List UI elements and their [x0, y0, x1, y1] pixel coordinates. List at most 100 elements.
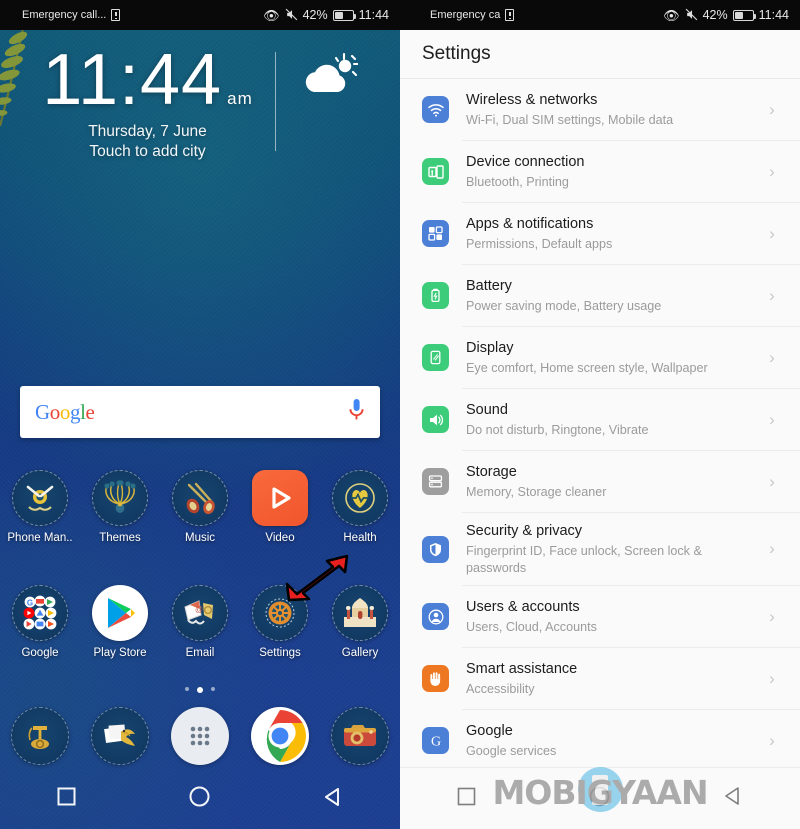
app-label: Settings — [259, 647, 301, 659]
partly-cloudy-icon — [305, 52, 359, 92]
row-subtitle: Eye comfort, Home screen style, Wallpape… — [466, 360, 708, 375]
row-subtitle: Accessibility — [466, 681, 535, 696]
recents-icon[interactable] — [457, 787, 476, 811]
navigation-bar-left — [0, 769, 400, 829]
svg-text:G: G — [430, 734, 440, 749]
app-google-folder[interactable]: G Google — [0, 585, 80, 659]
app-play-store[interactable]: Play Store — [80, 585, 160, 659]
chevron-right-icon: › — [769, 606, 775, 626]
clock-time: 11:44 — [42, 40, 223, 120]
clock-date: Thursday, 7 June — [88, 123, 207, 141]
app-row-1: Phone Man.. Themes Music Video Health — [0, 470, 400, 544]
wifi-icon — [422, 96, 449, 123]
chrome-icon — [251, 707, 309, 765]
home-icon[interactable] — [189, 786, 210, 812]
document-icon — [111, 9, 121, 21]
app-health[interactable]: Health — [320, 470, 400, 544]
battery-icon — [422, 282, 449, 309]
dock-item-app-drawer[interactable] — [160, 707, 240, 765]
row-title: Wireless & networks — [466, 91, 598, 108]
row-subtitle: Bluetooth, Printing — [466, 174, 569, 189]
carrier-label: Emergency ca — [430, 9, 501, 21]
page-dot-active[interactable] — [197, 687, 203, 693]
video-icon — [252, 470, 308, 526]
settings-row-battery[interactable]: Battery Power saving mode, Battery usage… — [400, 265, 800, 326]
chevron-right-icon: › — [769, 223, 775, 243]
battery-percent-label: 42% — [702, 8, 728, 22]
mute-icon — [685, 8, 698, 23]
back-icon[interactable] — [323, 787, 343, 812]
recents-icon[interactable] — [57, 787, 76, 811]
app-drawer-icon — [171, 707, 229, 765]
eye-icon: 👁 — [263, 7, 280, 23]
dock-item-messages[interactable] — [80, 707, 160, 765]
battery-icon — [732, 9, 757, 21]
row-subtitle: Wi-Fi, Dual SIM settings, Mobile data — [466, 112, 674, 127]
settings-row-google[interactable]: G Google Google services › — [400, 710, 800, 771]
app-video[interactable]: Video — [240, 470, 320, 544]
dock-item-camera[interactable] — [320, 707, 400, 765]
app-email[interactable]: @ Email — [160, 585, 240, 659]
battery-percent-label: 42% — [302, 8, 328, 22]
settings-row-security-privacy[interactable]: Security & privacy Fingerprint ID, Face … — [400, 513, 800, 585]
back-icon[interactable] — [723, 786, 743, 811]
weather-widget[interactable] — [276, 46, 359, 107]
app-music[interactable]: Music — [160, 470, 240, 544]
dual-screenshot-container: Emergency call... 👁 42% 11:44 11:44 am T… — [0, 0, 800, 829]
settings-row-apps-notifications[interactable]: Apps & notifications Permissions, Defaul… — [400, 203, 800, 264]
svg-text:G: G — [27, 599, 33, 608]
document-icon — [505, 9, 515, 21]
page-dot[interactable] — [185, 687, 189, 691]
status-time-label: 11:44 — [758, 8, 789, 22]
settings-row-device-connection[interactable]: Device connection Bluetooth, Printing › — [400, 141, 800, 202]
row-title: Storage — [466, 463, 517, 480]
settings-row-wireless-networks[interactable]: Wireless & networks Wi-Fi, Dual SIM sett… — [400, 79, 800, 140]
clock-widget[interactable]: 11:44 am Thursday, 7 June Touch to add c… — [0, 40, 400, 161]
music-icon — [172, 470, 228, 526]
chevron-right-icon: › — [769, 539, 775, 559]
dock-item-chrome[interactable] — [240, 707, 320, 765]
status-time-label: 11:44 — [358, 8, 389, 22]
add-city-hint[interactable]: Touch to add city — [42, 143, 252, 161]
dock-item-phone[interactable] — [0, 707, 80, 765]
play-store-icon — [92, 585, 148, 641]
settings-row-display[interactable]: Display Eye comfort, Home screen style, … — [400, 327, 800, 388]
app-label: Music — [184, 532, 216, 544]
chevron-right-icon: › — [769, 99, 775, 119]
row-title: Apps & notifications — [466, 215, 594, 232]
google-search-bar[interactable]: Google — [20, 386, 380, 438]
row-title: Security & privacy — [466, 523, 583, 539]
chevron-right-icon: › — [769, 161, 775, 181]
home-icon[interactable] — [589, 786, 610, 812]
row-subtitle: Permissions, Default apps — [466, 236, 613, 251]
chevron-right-icon: › — [769, 285, 775, 305]
messages-icon — [91, 707, 149, 765]
app-label: Gallery — [341, 647, 379, 659]
settings-list: Wireless & networks Wi-Fi, Dual SIM sett… — [400, 79, 800, 773]
home-screen: Emergency call... 👁 42% 11:44 11:44 am T… — [0, 0, 400, 829]
chevron-right-icon: › — [769, 730, 775, 750]
app-phone-manager[interactable]: Phone Man.. — [0, 470, 80, 544]
settings-row-users-accounts[interactable]: Users & accounts Users, Cloud, Accounts … — [400, 586, 800, 647]
storage-icon — [422, 468, 449, 495]
settings-row-storage[interactable]: Storage Memory, Storage cleaner › — [400, 451, 800, 512]
microphone-icon[interactable] — [348, 398, 365, 427]
app-label: Phone Man.. — [7, 532, 73, 544]
row-subtitle: Users, Cloud, Accounts — [466, 619, 597, 634]
settings-row-sound[interactable]: Sound Do not disturb, Ringtone, Vibrate … — [400, 389, 800, 450]
row-subtitle: Memory, Storage cleaner — [466, 484, 607, 499]
hand-icon — [422, 665, 449, 693]
chevron-right-icon: › — [769, 409, 775, 429]
google-folder-icon: G — [12, 585, 68, 641]
settings-row-smart-assistance[interactable]: Smart assistance Accessibility › — [400, 648, 800, 709]
row-title: Sound — [466, 401, 508, 418]
app-themes[interactable]: Themes — [80, 470, 160, 544]
app-label: Video — [265, 532, 295, 544]
page-dot[interactable] — [211, 687, 215, 691]
health-icon — [332, 470, 388, 526]
page-indicator-dots — [0, 687, 400, 693]
app-label: Email — [185, 647, 215, 659]
status-bar-left: Emergency call... 👁 42% 11:44 — [0, 0, 400, 30]
app-label: Google — [21, 647, 59, 659]
row-title: Device connection — [466, 153, 585, 170]
